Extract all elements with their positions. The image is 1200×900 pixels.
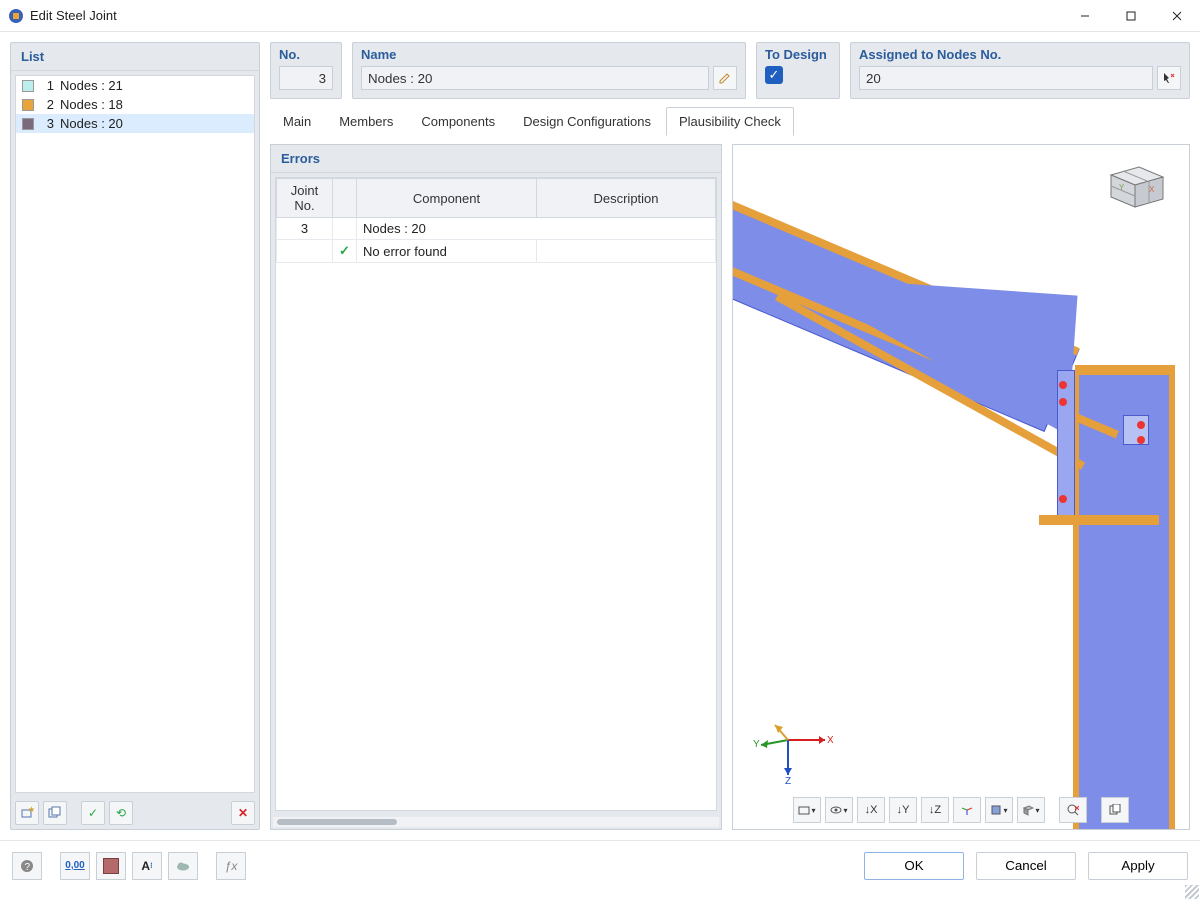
assigned-box: Assigned to Nodes No.: [850, 42, 1190, 99]
units-button[interactable]: 0,00: [60, 852, 90, 880]
list-item-num: 1: [40, 78, 54, 93]
assigned-label: Assigned to Nodes No.: [859, 47, 1181, 62]
color-swatch: [22, 118, 34, 130]
help-button[interactable]: ?: [12, 852, 42, 880]
tab-members[interactable]: Members: [326, 107, 406, 136]
cell-description: [537, 240, 716, 263]
delete-item-button[interactable]: ✕: [231, 801, 255, 825]
list-item-label: Nodes : 21: [60, 78, 123, 93]
svg-text:★: ★: [28, 806, 34, 814]
resize-grip[interactable]: [1185, 885, 1199, 899]
cloud-button[interactable]: [168, 852, 198, 880]
tab-components[interactable]: Components: [408, 107, 508, 136]
cell-component: No error found: [357, 240, 537, 263]
vp-view-y-button[interactable]: ↓Y: [889, 797, 917, 823]
tab-plausibility-check[interactable]: Plausibility Check: [666, 107, 794, 136]
todesign-box: To Design ✓: [756, 42, 840, 99]
list-item-label: Nodes : 18: [60, 97, 123, 112]
list-toolbar: ★ ✓ ⟲ ✕: [11, 797, 259, 829]
vp-section-button[interactable]: [985, 797, 1013, 823]
list-item[interactable]: 2 Nodes : 18: [16, 95, 254, 114]
apply-button[interactable]: Apply: [1088, 852, 1188, 880]
svg-text:?: ?: [25, 862, 31, 873]
uncheck-all-button[interactable]: ⟲: [109, 801, 133, 825]
col-status: [333, 179, 357, 218]
font-button[interactable]: A⁝: [132, 852, 162, 880]
maximize-button[interactable]: [1108, 0, 1154, 32]
function-button[interactable]: ƒx: [216, 852, 246, 880]
errors-panel: Errors Joint No. Component Description: [270, 144, 722, 830]
model-render: [733, 145, 1189, 829]
close-button[interactable]: [1154, 0, 1200, 32]
vp-reset-zoom-button[interactable]: [1059, 797, 1087, 823]
col-component: Component: [357, 179, 537, 218]
todesign-label: To Design: [765, 47, 827, 62]
errors-scrollbar[interactable]: [273, 817, 719, 827]
tab-main[interactable]: Main: [270, 107, 324, 136]
tabs: MainMembersComponentsDesign Configuratio…: [270, 107, 1190, 136]
table-row[interactable]: ✓ No error found: [277, 240, 716, 263]
vp-view-x-button[interactable]: ↓X: [857, 797, 885, 823]
col-joint: Joint No.: [277, 179, 333, 218]
color-swatch: [22, 80, 34, 92]
color-button[interactable]: [96, 852, 126, 880]
ok-button[interactable]: OK: [864, 852, 964, 880]
vp-view-z-button[interactable]: ↓Z: [921, 797, 949, 823]
cell-joint: [277, 240, 333, 263]
titlebar: Edit Steel Joint: [0, 0, 1200, 32]
main-area: List 1 Nodes : 21 2 Nodes : 18 3 Nodes :…: [0, 32, 1200, 840]
right-column: No. Name To Design ✓ Assigned to Nodes N…: [270, 42, 1190, 830]
minimize-button[interactable]: [1062, 0, 1108, 32]
cell-component: Nodes : 20: [357, 218, 716, 240]
window-title: Edit Steel Joint: [30, 8, 1062, 23]
vp-settings-button[interactable]: [793, 797, 821, 823]
list-item-label: Nodes : 20: [60, 116, 123, 131]
edit-name-button[interactable]: [713, 66, 737, 90]
name-label: Name: [361, 47, 737, 62]
list-panel: List 1 Nodes : 21 2 Nodes : 18 3 Nodes :…: [10, 42, 260, 830]
cell-joint: 3: [277, 218, 333, 240]
col-description: Description: [537, 179, 716, 218]
no-label: No.: [279, 47, 333, 62]
list-item[interactable]: 3 Nodes : 20: [16, 114, 254, 133]
vp-new-window-button[interactable]: [1101, 797, 1129, 823]
color-swatch: [22, 99, 34, 111]
content-row: Errors Joint No. Component Description: [270, 144, 1190, 830]
tab-design-configurations[interactable]: Design Configurations: [510, 107, 664, 136]
vp-render-button[interactable]: [1017, 797, 1045, 823]
new-item-button[interactable]: ★: [15, 801, 39, 825]
header-fields: No. Name To Design ✓ Assigned to Nodes N…: [270, 42, 1190, 99]
list-body[interactable]: 1 Nodes : 21 2 Nodes : 18 3 Nodes : 20: [15, 75, 255, 793]
vp-visibility-button[interactable]: [825, 797, 853, 823]
errors-table[interactable]: Joint No. Component Description 3 Nodes …: [276, 178, 716, 263]
errors-header: Errors: [271, 145, 721, 173]
pick-nodes-button[interactable]: [1157, 66, 1181, 90]
cell-status: ✓: [333, 240, 357, 263]
check-icon: ✓: [339, 243, 350, 258]
list-header: List: [11, 43, 259, 71]
footer: ? 0,00 A⁝ ƒx OK Cancel Apply: [0, 840, 1200, 890]
app-icon: [8, 8, 24, 24]
viewport-toolbar: ↓X ↓Y ↓Z: [793, 797, 1129, 823]
copy-item-button[interactable]: [43, 801, 67, 825]
viewport-3d[interactable]: X Y X Y Z: [732, 144, 1190, 830]
no-input[interactable]: [279, 66, 333, 90]
assigned-input[interactable]: [859, 66, 1153, 90]
errors-body: Joint No. Component Description 3 Nodes …: [275, 177, 717, 811]
cell-status: [333, 218, 357, 240]
vp-iso-button[interactable]: [953, 797, 981, 823]
table-row[interactable]: 3 Nodes : 20: [277, 218, 716, 240]
no-box: No.: [270, 42, 342, 99]
name-box: Name: [352, 42, 746, 99]
todesign-checkbox[interactable]: ✓: [765, 66, 783, 84]
name-input[interactable]: [361, 66, 709, 90]
list-item-num: 2: [40, 97, 54, 112]
list-item[interactable]: 1 Nodes : 21: [16, 76, 254, 95]
check-all-button[interactable]: ✓: [81, 801, 105, 825]
list-item-num: 3: [40, 116, 54, 131]
cancel-button[interactable]: Cancel: [976, 852, 1076, 880]
